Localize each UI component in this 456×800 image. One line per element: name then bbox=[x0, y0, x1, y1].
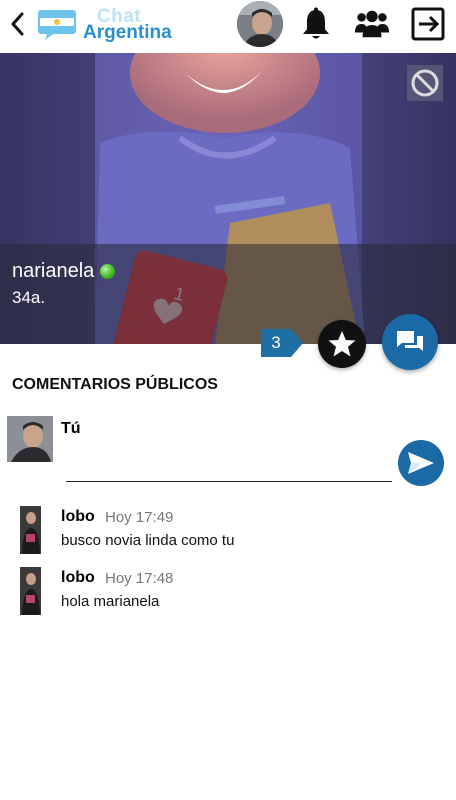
private-chat-button[interactable] bbox=[382, 314, 438, 370]
logout-button[interactable] bbox=[410, 6, 446, 42]
comment-text: busco novia linda como tu bbox=[61, 532, 235, 549]
comment-item: lobo Hoy 17:49 busco novia linda como tu bbox=[0, 506, 456, 562]
favorite-star-button[interactable] bbox=[318, 320, 366, 368]
my-comment-label: Tú bbox=[61, 420, 81, 437]
comment-item: lobo Hoy 17:48 hola marianela bbox=[0, 567, 456, 623]
comment-author-avatar[interactable] bbox=[20, 567, 41, 615]
back-icon bbox=[11, 12, 24, 36]
comment-author[interactable]: lobo bbox=[61, 508, 95, 526]
users-button[interactable] bbox=[354, 6, 390, 42]
app-logo[interactable]: Chat Argentina bbox=[37, 4, 185, 44]
comment-time: Hoy 17:49 bbox=[105, 509, 174, 526]
comment-text: hola marianela bbox=[61, 593, 160, 610]
logo-text-bottom: Argentina bbox=[83, 22, 172, 43]
my-profile-avatar[interactable] bbox=[237, 1, 283, 47]
user-photo-icon bbox=[237, 1, 283, 47]
comment-author[interactable]: lobo bbox=[61, 569, 95, 587]
profile-name: narianela bbox=[12, 260, 95, 282]
online-status-icon bbox=[100, 264, 116, 279]
top-bar: Chat Argentina bbox=[0, 0, 456, 48]
block-icon bbox=[411, 69, 439, 97]
comments-section-title: COMENTARIOS PÚBLICOS bbox=[12, 376, 218, 393]
user-photo-icon bbox=[20, 567, 41, 615]
comment-author-avatar[interactable] bbox=[20, 506, 41, 554]
rating-count-badge: 3 bbox=[261, 329, 303, 357]
logout-icon bbox=[411, 7, 445, 41]
my-comment-avatar bbox=[7, 416, 53, 462]
rating-count: 3 bbox=[261, 329, 291, 357]
users-icon bbox=[354, 10, 390, 38]
profile-photo[interactable]: 1 narianela 34a. bbox=[0, 53, 456, 344]
comment-time: Hoy 17:48 bbox=[105, 570, 174, 587]
profile-age: 34a. bbox=[12, 288, 46, 307]
send-comment-button[interactable] bbox=[398, 440, 444, 486]
back-button[interactable] bbox=[6, 8, 28, 40]
profile-name-row: narianela bbox=[12, 260, 116, 283]
block-user-button[interactable] bbox=[407, 65, 443, 101]
star-icon bbox=[328, 331, 356, 357]
bell-icon bbox=[303, 7, 329, 39]
user-photo-icon bbox=[20, 506, 41, 554]
user-photo-icon bbox=[7, 416, 53, 462]
send-icon bbox=[408, 452, 434, 474]
argentina-flag-bubble-icon bbox=[38, 10, 76, 40]
comment-input[interactable] bbox=[66, 452, 392, 482]
notifications-button[interactable] bbox=[298, 6, 334, 42]
chat-bubbles-icon bbox=[397, 331, 423, 351]
badge-arrow bbox=[291, 329, 303, 357]
